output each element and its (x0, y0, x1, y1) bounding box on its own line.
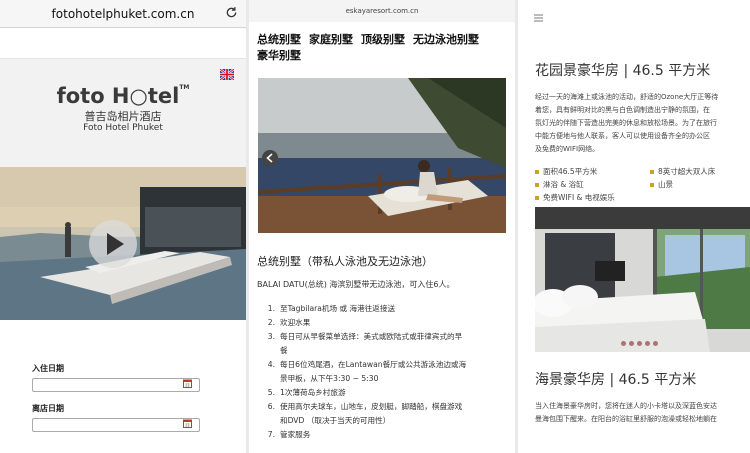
play-icon[interactable] (88, 219, 138, 269)
feature-item: 淋浴 & 浴缸 (535, 178, 584, 191)
room-photo (535, 207, 750, 352)
nav-item-family[interactable]: 家庭别墅 (309, 32, 353, 48)
list-item: 景甲板，从下午3:30 ~ 5:30 (280, 374, 379, 383)
header-area: foto H○telTM 普吉岛相片酒店 Foto Hotel Phuket (0, 59, 246, 167)
list-item: 5. 1次薄荷岛乡村旅游 (267, 388, 346, 397)
hotel-logo[interactable]: foto H○telTM (0, 84, 246, 108)
list-item: 3. 每日可从早餐菜单选择：美式或欧陆式或菲律宾式的早 (267, 332, 463, 341)
villa-photo (258, 78, 506, 233)
slider-dot[interactable] (621, 341, 626, 346)
ozone-hotel-page: 花园景豪华房 | 46.5 平方米 经过一天的海滩上或泳池的活动，舒适的Ozon… (518, 0, 750, 453)
logo-tm: TM (179, 84, 190, 91)
top-spacer (0, 28, 246, 59)
logo-text: foto H○tel (56, 84, 180, 108)
url-text: eskayaresort.com.cn (345, 7, 419, 15)
feature-item: 免费WIFI & 电视娱乐 (535, 191, 615, 204)
feature-item: 8英寸超大双人床 (650, 165, 715, 178)
slider-dot[interactable] (637, 341, 642, 346)
room-image-slider[interactable] (535, 207, 750, 352)
room1-title: 花园景豪华房 | 46.5 平方米 (535, 63, 711, 79)
reload-icon[interactable] (225, 6, 238, 19)
slider-dot[interactable] (645, 341, 650, 346)
checkout-label: 离店日期 (32, 404, 64, 413)
room1-description: 经过一天的海滩上或泳池的活动，舒适的Ozone大厅正等待 着您，具有鲜明对比的黑… (535, 93, 719, 153)
list-item: 4. 每日6位鸡尾酒，在Lantawan餐厅或公共游泳池边或海 (267, 360, 467, 369)
list-item: 1. 至Tagbilara机场 或 海港往返接送 (267, 304, 396, 313)
section-title: 总统别墅（带私人泳池及无边泳池） (257, 255, 433, 268)
feature-item: 面积46.5平方米 (535, 165, 597, 178)
calendar-icon[interactable] (183, 379, 192, 388)
hamburger-menu-icon[interactable] (534, 14, 543, 22)
nav-item-deluxe[interactable]: 豪华别墅 (257, 48, 301, 64)
nav-item-infinity-pool[interactable]: 无边泳池别墅 (413, 32, 479, 48)
slider-dot[interactable] (653, 341, 658, 346)
feature-item: 山景 (650, 178, 673, 191)
villa-intro: BALAI DATU(总统) 海滨别墅带无边泳池，可入住6人。 (257, 280, 455, 289)
nav-item-premium[interactable]: 顶级别墅 (361, 32, 405, 48)
url-text: fotohotelphuket.com.cn (51, 6, 195, 21)
list-item: 7. 管家服务 (267, 430, 311, 439)
calendar-icon[interactable] (183, 419, 192, 428)
hero-video[interactable] (0, 167, 246, 320)
carousel-prev-icon[interactable] (262, 150, 278, 166)
villa-nav: 总统别墅 家庭别墅 顶级别墅 无边泳池别墅豪华别墅 (249, 22, 515, 64)
uk-flag-icon[interactable] (220, 69, 234, 80)
slider-dot[interactable] (629, 341, 634, 346)
hotel-name-en: Foto Hotel Phuket (83, 123, 163, 133)
room2-description: 当入住海景豪华房时，您将在迷人的小卡塔以及深蓝色安达 曼海包围下醒来。在阳台的浴… (535, 402, 717, 423)
booking-form: 入住日期 离店日期 (0, 320, 246, 453)
checkout-date-input[interactable] (32, 418, 200, 432)
hotel-name-cn: 普吉岛相片酒店 (84, 110, 162, 123)
slider-dots[interactable] (621, 341, 658, 346)
eskaya-resort-page: eskayaresort.com.cn 总统别墅 家庭别墅 顶级别墅 无边泳池别墅豪华… (249, 0, 515, 453)
checkin-date-input[interactable] (32, 378, 200, 392)
amenities-list: 1. 至Tagbilara机场 或 海港往返接送 2. 欢迎水果 3. 每日可从早餐菜… (257, 302, 509, 442)
list-item: 和DVD （取决于当天的可用性） (280, 416, 391, 425)
list-item: 2. 欢迎水果 (267, 318, 311, 327)
room2-title: 海景豪华房 | 46.5 平方米 (535, 372, 697, 388)
checkin-label: 入住日期 (32, 364, 64, 373)
villa-image-carousel[interactable] (258, 78, 506, 233)
browser-address-bar[interactable]: eskayaresort.com.cn (249, 0, 515, 22)
nav-item-presidential[interactable]: 总统别墅 (257, 32, 301, 48)
list-item: 餐 (280, 346, 288, 355)
browser-address-bar[interactable]: fotohotelphuket.com.cn (0, 0, 246, 28)
list-item: 6. 使用高尔夫球车，山地车，皮划艇，脚踏船，棋盘游戏 (267, 402, 463, 411)
foto-hotel-page: fotohotelphuket.com.cn foto H○telTM 普吉岛相… (0, 0, 246, 453)
